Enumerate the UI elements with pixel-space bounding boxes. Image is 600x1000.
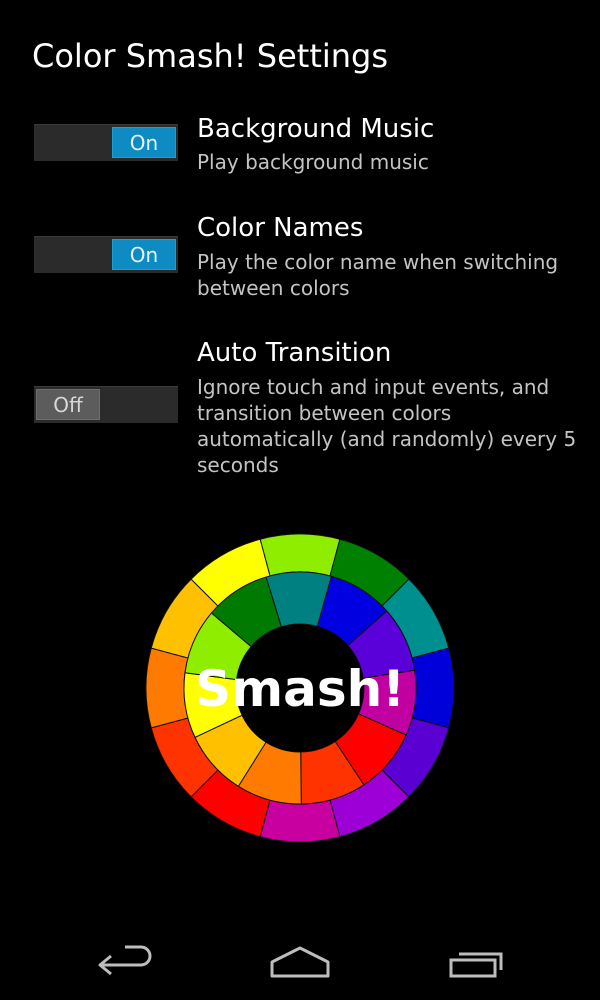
smash-color-wheel[interactable]: Smash! (0, 0, 600, 1000)
back-icon[interactable] (85, 940, 165, 984)
home-icon[interactable] (260, 940, 340, 984)
color-segment (259, 533, 341, 577)
color-segment (259, 799, 341, 843)
color-segment (145, 647, 189, 729)
smash-label[interactable]: Smash! (195, 660, 405, 718)
color-segment (411, 647, 455, 729)
recent-apps-icon[interactable] (437, 940, 517, 984)
navigation-bar (0, 920, 600, 1000)
